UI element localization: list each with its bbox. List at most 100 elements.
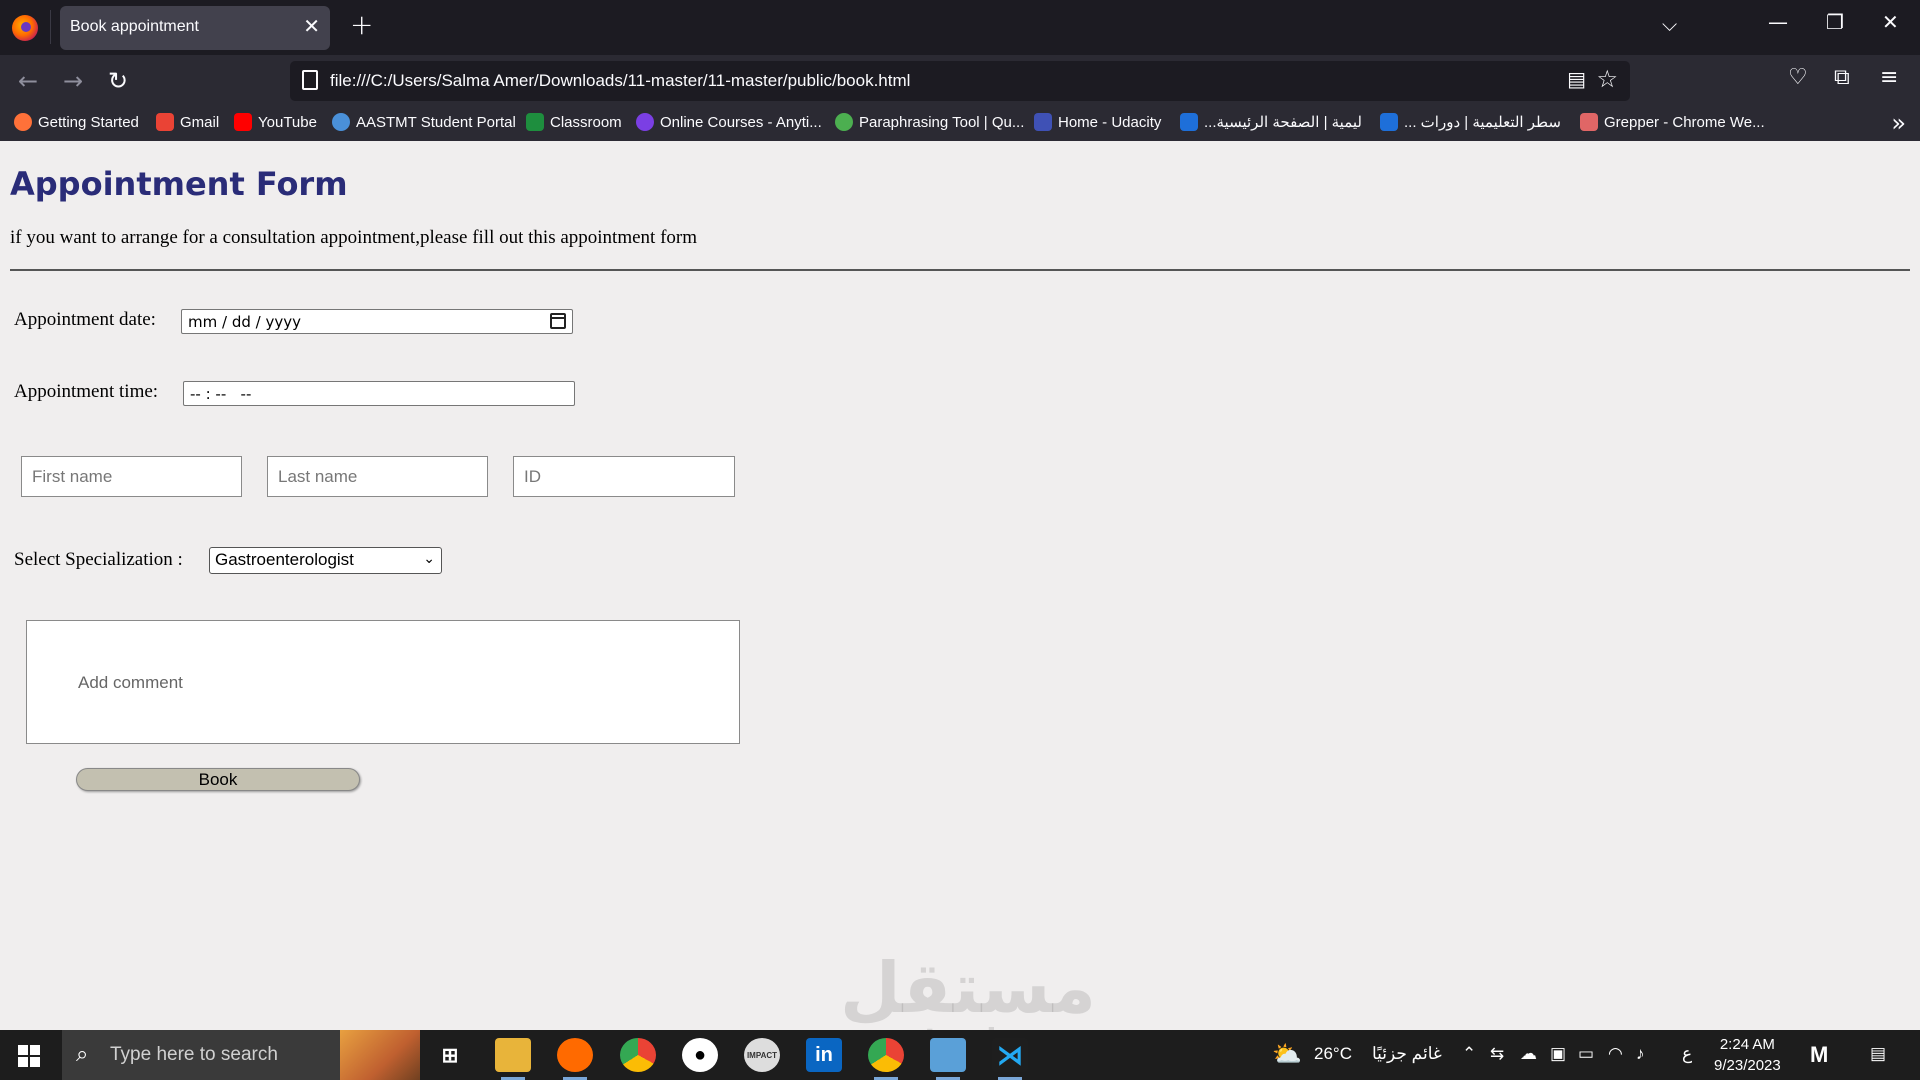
pocket-icon[interactable]: ♡	[1788, 65, 1808, 90]
restore-icon[interactable]: ❐	[1826, 10, 1844, 34]
bookmark-gmail[interactable]: Gmail	[156, 113, 219, 131]
bookmark-classroom[interactable]: Classroom	[526, 113, 622, 131]
site-icon	[1380, 113, 1398, 131]
time-value: -- : -- --	[190, 385, 252, 403]
navigation-toolbar: ← → ↻ file:///C:/Users/Salma Amer/Downlo…	[0, 55, 1920, 107]
search-placeholder: Type here to search	[110, 1044, 278, 1065]
time-input[interactable]: -- : -- --	[183, 381, 575, 406]
github-icon[interactable]: ●	[682, 1038, 718, 1072]
firefox-taskbar-icon[interactable]	[557, 1038, 593, 1080]
id-placeholder: ID	[524, 466, 541, 486]
date-label: Appointment date:	[14, 309, 156, 330]
bookmark-label: Getting Started	[38, 113, 139, 131]
weather-icon[interactable]: ⛅	[1272, 1040, 1302, 1069]
chrome-icon[interactable]	[620, 1038, 656, 1072]
language-indicator[interactable]: ع	[1682, 1044, 1692, 1064]
close-window-icon[interactable]: ✕	[1882, 10, 1899, 34]
bookmark-paraphrasing[interactable]: Paraphrasing Tool | Qu...	[835, 113, 1024, 131]
notepad-icon[interactable]	[930, 1038, 966, 1080]
specialization-value: Gastroenterologist	[215, 550, 354, 569]
url-text[interactable]: file:///C:/Users/Salma Amer/Downloads/11…	[330, 71, 910, 91]
book-button[interactable]: Book	[76, 768, 360, 791]
specialization-select[interactable]: Gastroenterologist ⌄	[209, 547, 442, 574]
bookmark-grepper[interactable]: Grepper - Chrome We...	[1580, 113, 1765, 131]
youtube-icon	[234, 113, 252, 131]
search-icon: ⌕	[76, 1042, 89, 1067]
list-all-tabs-icon[interactable]: ⌵	[1662, 12, 1677, 36]
extensions-icon[interactable]: ⧉	[1834, 65, 1850, 90]
divider	[10, 269, 1910, 271]
app-m-icon[interactable]: M	[1810, 1042, 1828, 1068]
bookmark-label: AASTMT Student Portal	[356, 113, 516, 131]
notifications-icon[interactable]: ▤	[1870, 1044, 1886, 1064]
windows-taskbar: ⌕ Type here to search ⊞ ● IMPACT in ⋊ ⛅ …	[0, 1030, 1920, 1080]
wifi-icon[interactable]: ◠	[1608, 1044, 1623, 1064]
separator	[50, 10, 51, 44]
chrome-profile-icon[interactable]	[868, 1038, 904, 1080]
file-explorer-icon[interactable]	[495, 1038, 531, 1080]
forward-icon[interactable]: →	[63, 67, 83, 95]
bookmark-star-icon[interactable]: ☆	[1596, 65, 1618, 93]
portal-icon	[332, 113, 350, 131]
watermark-arabic: مستقل	[840, 947, 1097, 1029]
bookmark-arabic-home[interactable]: ...ليمية | الصفحة الرئيسية	[1180, 113, 1362, 131]
grepper-icon	[1580, 113, 1598, 131]
new-tab-button[interactable]: +	[350, 8, 373, 41]
address-bar[interactable]: file:///C:/Users/Salma Amer/Downloads/11…	[290, 61, 1630, 101]
bookmark-aastmt[interactable]: AASTMT Student Portal	[332, 113, 516, 131]
more-bookmarks-icon[interactable]: »	[1891, 109, 1906, 137]
bookmark-label: ... سطر التعليمية | دورات	[1404, 114, 1561, 131]
bookmark-label: Grepper - Chrome We...	[1604, 113, 1765, 131]
page-content: Appointment Form if you want to arrange …	[0, 141, 1920, 1058]
last-name-placeholder: Last name	[278, 466, 358, 486]
chevron-up-icon[interactable]: ⌃	[1462, 1044, 1476, 1064]
taskbar-search[interactable]: ⌕ Type here to search	[62, 1030, 420, 1080]
bookmark-online-courses[interactable]: Online Courses - Anyti...	[636, 113, 822, 131]
task-view-icon[interactable]: ⊞	[432, 1038, 468, 1072]
specialization-label: Select Specialization :	[14, 549, 183, 570]
reload-icon[interactable]: ↻	[108, 67, 128, 95]
bookmark-label: ...ليمية | الصفحة الرئيسية	[1204, 114, 1362, 131]
bookmark-label: Gmail	[180, 113, 220, 131]
meet-icon[interactable]: ▣	[1550, 1044, 1566, 1064]
weather-text[interactable]: غائم جزئيًا	[1372, 1044, 1442, 1064]
linkedin-icon[interactable]: in	[806, 1038, 842, 1072]
bookmark-udacity[interactable]: Home - Udacity	[1034, 113, 1161, 131]
firefox-icon[interactable]	[12, 15, 38, 41]
bookmark-label: Online Courses - Anyti...	[660, 113, 822, 131]
tab-book-appointment[interactable]: Book appointment ✕	[60, 6, 330, 50]
id-input[interactable]: ID	[513, 456, 735, 497]
clock[interactable]: 2:24 AM 9/23/2023	[1714, 1034, 1781, 1076]
bookmark-label: Paraphrasing Tool | Qu...	[859, 113, 1025, 131]
calendar-icon[interactable]	[550, 313, 566, 329]
bookmark-getting-started[interactable]: Getting Started	[14, 113, 139, 131]
reader-view-icon[interactable]: ▤	[1567, 67, 1586, 91]
first-name-input[interactable]: First name	[21, 456, 242, 497]
windows-start-icon[interactable]	[18, 1045, 40, 1067]
comment-textarea[interactable]: Add comment	[26, 620, 740, 744]
comment-placeholder: Add comment	[78, 673, 183, 692]
classroom-icon	[526, 113, 544, 131]
menu-icon[interactable]: ≡	[1880, 65, 1898, 90]
bookmark-youtube[interactable]: YouTube	[234, 113, 317, 131]
search-highlight-image	[340, 1030, 420, 1080]
cloud-icon[interactable]: ☁	[1520, 1044, 1537, 1064]
vscode-icon[interactable]: ⋊	[992, 1038, 1028, 1080]
back-icon[interactable]: ←	[18, 67, 38, 95]
volume-icon[interactable]: ♪	[1636, 1044, 1645, 1064]
bookmark-arabic-courses[interactable]: ... سطر التعليمية | دورات	[1380, 113, 1561, 131]
page-title: Appointment Form	[10, 165, 348, 203]
date-input[interactable]: mm / dd / yyyy	[181, 309, 573, 334]
close-tab-icon[interactable]: ✕	[303, 14, 320, 38]
udacity-icon	[1034, 113, 1052, 131]
weather-temp[interactable]: 26°C	[1314, 1044, 1352, 1064]
battery-icon[interactable]: ▭	[1578, 1044, 1594, 1064]
chevron-down-icon: ⌄	[423, 550, 435, 566]
impact-icon[interactable]: IMPACT	[744, 1038, 780, 1072]
minimize-icon[interactable]: —	[1768, 10, 1788, 34]
quillbot-icon	[835, 113, 853, 131]
sync-icon[interactable]: ⇆	[1490, 1044, 1504, 1064]
site-icon	[1180, 113, 1198, 131]
last-name-input[interactable]: Last name	[267, 456, 488, 497]
first-name-placeholder: First name	[32, 466, 113, 486]
